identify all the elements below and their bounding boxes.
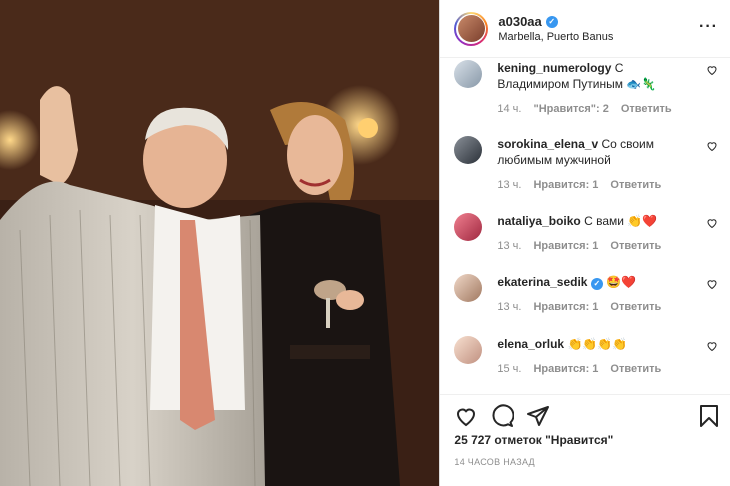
reply-button[interactable]: Ответить: [610, 361, 661, 377]
heart-icon[interactable]: [706, 217, 718, 229]
comment-time[interactable]: 14 ч.: [497, 101, 521, 117]
verified-icon: ✓: [545, 15, 558, 28]
commenter-avatar[interactable]: [454, 136, 483, 164]
comment-time[interactable]: 13 ч.: [497, 177, 521, 193]
heart-icon[interactable]: [706, 340, 718, 352]
reply-button[interactable]: Ответить: [610, 299, 661, 315]
comment-likes[interactable]: "Нравится": 2: [533, 101, 608, 117]
comment-username[interactable]: kening_numerology: [497, 61, 611, 75]
reply-button[interactable]: Ответить: [621, 101, 672, 117]
more-icon[interactable]: ···: [699, 18, 718, 36]
heart-icon[interactable]: [454, 404, 478, 428]
comment-time[interactable]: 15 ч.: [497, 361, 521, 377]
commenter-avatar[interactable]: [454, 213, 483, 241]
post-header: a030aa ✓ Marbella, Puerto Banus ···: [440, 0, 730, 58]
author-avatar[interactable]: [454, 11, 489, 46]
comment-username[interactable]: ekaterina_sedik: [497, 275, 587, 289]
comment-time[interactable]: 13 ч.: [497, 238, 521, 254]
comments-list: kening_numerology С Владимиром Путиным 🐟…: [440, 58, 730, 394]
heart-icon[interactable]: [706, 278, 718, 290]
comment-text: 👏👏👏👏: [567, 337, 628, 351]
verified-icon: ✓: [590, 278, 603, 290]
comment-likes[interactable]: Нравится: 1: [533, 299, 598, 315]
post-panel: a030aa ✓ Marbella, Puerto Banus ··· keni…: [439, 0, 730, 486]
bookmark-icon[interactable]: [698, 404, 720, 428]
comment-likes[interactable]: Нравится: 1: [533, 177, 598, 193]
comment-likes[interactable]: Нравится: 1: [533, 238, 598, 254]
comment-likes[interactable]: Нравится: 1: [533, 361, 598, 377]
reply-button[interactable]: Ответить: [610, 238, 661, 254]
comment-icon[interactable]: [490, 404, 515, 428]
heart-icon[interactable]: [706, 64, 718, 76]
commenter-avatar[interactable]: [454, 274, 483, 302]
share-icon[interactable]: [526, 404, 550, 428]
comment-text: С вами 👏❤️: [584, 214, 658, 228]
comment-username[interactable]: elena_orluk: [497, 337, 564, 351]
author-username[interactable]: a030aa: [498, 14, 541, 29]
commenter-avatar[interactable]: [454, 336, 483, 364]
reply-button[interactable]: Ответить: [610, 177, 661, 193]
comment-username[interactable]: sorokina_elena_v: [497, 137, 598, 151]
post-photo[interactable]: [0, 0, 440, 486]
commenter-avatar[interactable]: [454, 60, 483, 88]
comment-username[interactable]: nataliya_boiko: [497, 214, 580, 228]
photo-illustration: [0, 0, 440, 486]
likes-count[interactable]: 25 727 отметок "Нравится": [454, 433, 613, 447]
comment-time[interactable]: 13 ч.: [497, 299, 521, 315]
heart-icon[interactable]: [706, 140, 718, 152]
comment-text: 🤩❤️: [606, 275, 637, 289]
post-location[interactable]: Marbella, Puerto Banus: [498, 31, 613, 43]
post-time[interactable]: 14 ЧАСОВ НАЗАД: [454, 457, 535, 467]
